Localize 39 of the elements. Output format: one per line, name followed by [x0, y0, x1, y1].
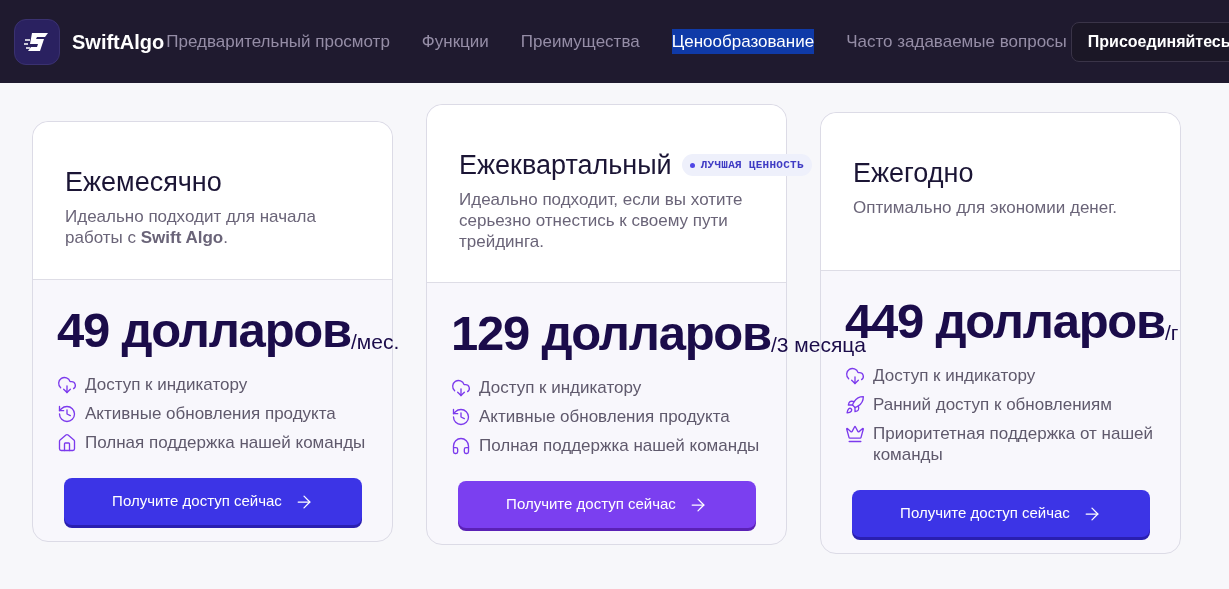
cloud-download-icon	[451, 378, 471, 398]
get-access-button[interactable]: Получите доступ сейчас	[852, 490, 1150, 537]
nav-link[interactable]: Функции	[421, 28, 489, 55]
nav-link[interactable]: Часто задаваемые вопросы	[846, 28, 1067, 55]
price: 49 долларов	[57, 302, 351, 359]
rocket-icon	[845, 395, 865, 415]
clock-arrow-icon	[451, 407, 471, 427]
headphones-icon	[451, 436, 471, 456]
cloud-download-icon	[845, 366, 865, 386]
clock-arrow-icon	[57, 404, 77, 424]
plan-title: Ежеквартальный	[459, 149, 672, 181]
best-value-badge: ЛУЧШАЯ ЦЕННОСТЬ	[681, 153, 812, 177]
feature-text: Приоритетная поддержка от нашей команды	[873, 423, 1155, 465]
feature-text: Активные обновления продукта	[479, 406, 730, 427]
price-period: /мес.	[350, 330, 400, 353]
feature-text: Полная поддержка нашей команды	[85, 432, 366, 453]
feature-text: Доступ к индикатору	[479, 377, 642, 398]
logo-icon	[14, 18, 60, 65]
feature-text: Ранний доступ к обновлениям	[873, 394, 1112, 415]
get-access-button[interactable]: Получите доступ сейчас	[64, 478, 362, 525]
nav-link[interactable]: Ценообразование	[671, 28, 815, 55]
cloud-download-icon	[57, 375, 77, 395]
price: 129 долларов	[451, 305, 771, 362]
feature-text: Доступ к индикатору	[873, 365, 1036, 386]
plan-description: Оптимально для экономии денег.	[853, 197, 1119, 218]
price-period: /г	[1165, 320, 1179, 346]
plan-description: Идеально подходит, если вы хотите серьезно отнестись к своему пути трейдинга.	[459, 189, 744, 252]
house-icon	[57, 433, 77, 453]
crown-icon	[845, 424, 865, 444]
feature-text: Полная поддержка нашей команды	[479, 435, 760, 456]
feature-text: Доступ к индикатору	[85, 374, 248, 395]
brand-name: SwiftAlgo	[72, 29, 165, 55]
nav-link[interactable]: Предварительный просмотр	[166, 28, 390, 55]
plan-title: Ежемесячно	[65, 166, 222, 198]
plan-description: Идеально подходит для начала работы с Swift Algo.	[65, 206, 317, 248]
feature-text: Активные обновления продукта	[85, 403, 336, 424]
plan-title: Ежегодно	[853, 157, 974, 189]
nav-link[interactable]: Преимущества	[520, 28, 640, 55]
get-access-button[interactable]: Получите доступ сейчас	[458, 481, 756, 528]
